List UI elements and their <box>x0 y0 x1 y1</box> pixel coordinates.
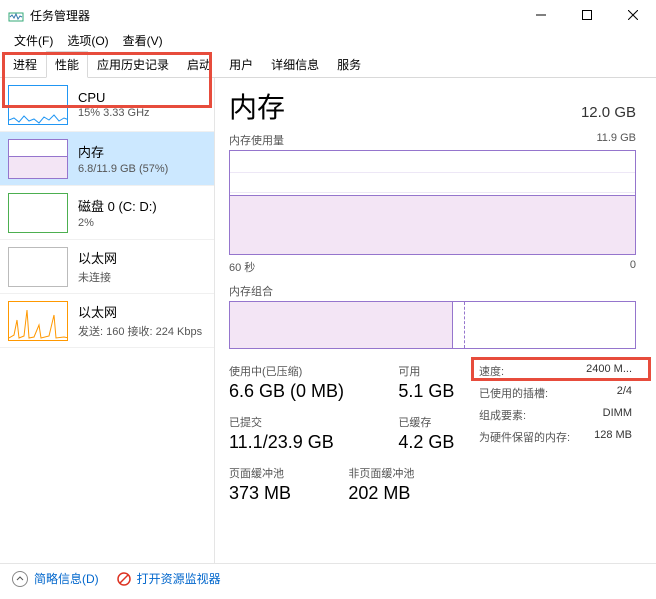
total-memory: 12.0 GB <box>581 104 636 121</box>
memory-composition-chart <box>229 301 636 349</box>
composition-in-use <box>230 302 453 348</box>
sidebar-disk-detail: 2% <box>78 217 157 229</box>
tab-details[interactable]: 详细信息 <box>262 51 328 78</box>
open-resmon-link[interactable]: 打开资源监视器 <box>137 570 221 587</box>
composition-standby-free <box>465 302 635 348</box>
performance-sidebar: CPU 15% 3.33 GHz 内存 6.8/11.9 GB (57%) 磁盘… <box>0 78 215 563</box>
fewer-details-icon[interactable] <box>12 571 28 587</box>
ethernet1-thumbnail <box>8 247 68 287</box>
sidebar-eth2-label: 以太网 <box>78 302 202 321</box>
footer: 简略信息(D) 打开资源监视器 <box>0 563 656 593</box>
tab-processes[interactable]: 进程 <box>4 51 46 78</box>
disk-thumbnail <box>8 193 68 233</box>
usage-axis-labels: 60 秒 0 <box>229 259 636 275</box>
sidebar-item-ethernet-1[interactable]: 以太网 未连接 <box>0 240 214 294</box>
content-area: CPU 15% 3.33 GHz 内存 6.8/11.9 GB (57%) 磁盘… <box>0 78 656 563</box>
nonpaged-label: 非页面缓冲池 <box>348 465 414 481</box>
cpu-thumbnail <box>8 85 68 125</box>
sidebar-cpu-detail: 15% 3.33 GHz <box>78 107 150 119</box>
tab-app-history[interactable]: 应用历史记录 <box>88 51 178 78</box>
slots-value: 2/4 <box>617 385 632 401</box>
sidebar-item-disk[interactable]: 磁盘 0 (C: D:) 2% <box>0 186 214 240</box>
paged-label: 页面缓冲池 <box>229 465 339 481</box>
minimize-button[interactable] <box>518 0 564 30</box>
composition-label: 内存组合 <box>229 283 273 299</box>
sidebar-eth1-label: 以太网 <box>78 248 117 267</box>
spec-form: 组成要素: DIMM <box>479 407 636 423</box>
spec-slots: 已使用的插槽: 2/4 <box>479 385 636 401</box>
in-use-label: 使用中(已压缩) <box>229 363 379 379</box>
fewer-details-link[interactable]: 简略信息(D) <box>34 570 99 587</box>
axis-left: 60 秒 <box>229 259 255 275</box>
usage-chart-labels: 内存使用量 11.9 GB <box>229 132 636 148</box>
sidebar-item-cpu[interactable]: CPU 15% 3.33 GHz <box>0 78 214 132</box>
titlebar: 任务管理器 <box>0 0 656 30</box>
in-use-value: 6.6 GB (0 MB) <box>229 381 379 402</box>
tab-services[interactable]: 服务 <box>328 51 370 78</box>
available-label: 可用 <box>398 363 454 379</box>
usage-max: 11.9 GB <box>596 132 636 148</box>
cached-label: 已缓存 <box>398 414 454 430</box>
sidebar-disk-label: 磁盘 0 (C: D:) <box>78 196 157 215</box>
memory-thumbnail <box>8 139 68 179</box>
sidebar-cpu-label: CPU <box>78 90 150 105</box>
sidebar-memory-detail: 6.8/11.9 GB (57%) <box>78 163 168 175</box>
speed-value: 2400 M... <box>586 363 632 379</box>
reserved-key: 为硬件保留的内存: <box>479 429 570 445</box>
app-icon <box>8 7 24 23</box>
spec-speed: 速度: 2400 M... <box>479 363 636 379</box>
form-value: DIMM <box>603 407 632 423</box>
committed-label: 已提交 <box>229 414 379 430</box>
window-title: 任务管理器 <box>30 7 518 24</box>
memory-usage-chart <box>229 150 636 255</box>
stats-left: 使用中(已压缩) 6.6 GB (0 MB) 可用 5.1 GB 已提交 11.… <box>229 363 479 516</box>
close-button[interactable] <box>610 0 656 30</box>
tab-bar: 进程 性能 应用历史记录 启动 用户 详细信息 服务 <box>0 54 656 78</box>
usage-label: 内存使用量 <box>229 132 284 148</box>
menu-file[interactable]: 文件(F) <box>8 30 59 51</box>
resmon-icon <box>117 572 131 586</box>
cached-value: 4.2 GB <box>398 432 454 453</box>
panel-header: 内存 12.0 GB <box>229 86 636 126</box>
sidebar-item-ethernet-2[interactable]: 以太网 发送: 160 接收: 224 Kbps <box>0 294 214 348</box>
composition-modified <box>453 302 465 348</box>
window-buttons <box>518 0 656 30</box>
ethernet2-thumbnail <box>8 301 68 341</box>
spec-reserved: 为硬件保留的内存: 128 MB <box>479 429 636 445</box>
available-value: 5.1 GB <box>398 381 454 402</box>
reserved-value: 128 MB <box>594 429 632 445</box>
tab-users[interactable]: 用户 <box>220 51 262 78</box>
stats-right: 速度: 2400 M... 已使用的插槽: 2/4 组成要素: DIMM 为硬件… <box>479 363 636 516</box>
sidebar-item-memory[interactable]: 内存 6.8/11.9 GB (57%) <box>0 132 214 186</box>
sidebar-eth2-detail: 发送: 160 接收: 224 Kbps <box>78 323 202 339</box>
form-key: 组成要素: <box>479 407 526 423</box>
panel-title: 内存 <box>229 86 285 126</box>
maximize-button[interactable] <box>564 0 610 30</box>
tab-startup[interactable]: 启动 <box>178 51 220 78</box>
menu-view[interactable]: 查看(V) <box>117 30 169 51</box>
menubar: 文件(F) 选项(O) 查看(V) <box>0 30 656 50</box>
memory-detail-panel: 内存 12.0 GB 内存使用量 11.9 GB 60 秒 0 内存组合 <box>215 78 656 563</box>
nonpaged-value: 202 MB <box>348 483 414 504</box>
committed-value: 11.1/23.9 GB <box>229 432 379 453</box>
speed-key: 速度: <box>479 363 504 379</box>
composition-label-row: 内存组合 <box>229 283 636 299</box>
paged-value: 373 MB <box>229 483 339 504</box>
tab-performance[interactable]: 性能 <box>46 51 88 78</box>
menu-options[interactable]: 选项(O) <box>61 30 114 51</box>
slots-key: 已使用的插槽: <box>479 385 548 401</box>
sidebar-memory-label: 内存 <box>78 142 168 161</box>
axis-right: 0 <box>630 259 636 275</box>
stats-area: 使用中(已压缩) 6.6 GB (0 MB) 可用 5.1 GB 已提交 11.… <box>229 363 636 516</box>
sidebar-eth1-detail: 未连接 <box>78 269 117 285</box>
